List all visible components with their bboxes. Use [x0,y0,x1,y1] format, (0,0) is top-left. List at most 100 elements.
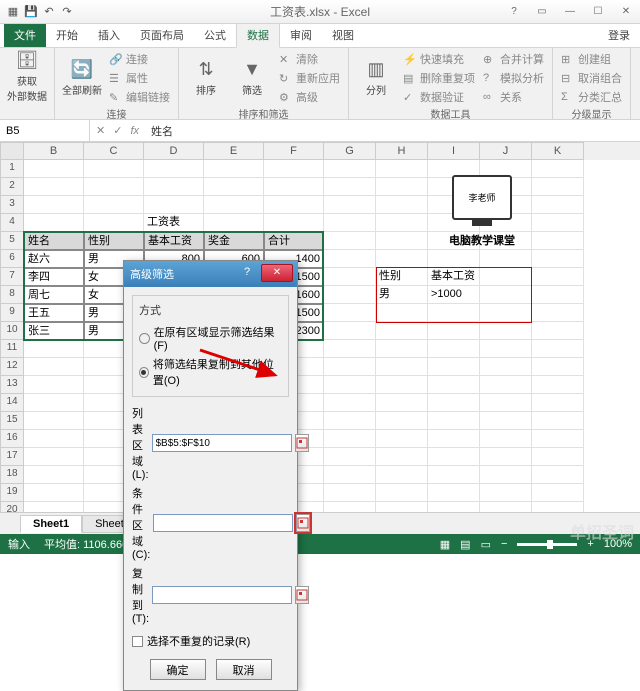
cell[interactable] [24,358,84,376]
cell[interactable] [376,178,428,196]
cell[interactable] [532,448,584,466]
ungroup-button[interactable]: ⊟取消组合 [559,69,624,87]
cell[interactable]: >1000 [428,286,480,304]
cell[interactable] [428,466,480,484]
cell[interactable] [480,322,532,340]
criteria-range-input[interactable] [153,514,293,532]
cancel-formula-icon[interactable]: ✕ [96,124,105,137]
cell[interactable] [532,250,584,268]
tab-view[interactable]: 视图 [322,23,364,47]
cell[interactable]: 姓名 [24,232,84,250]
cell[interactable] [532,358,584,376]
undo-icon[interactable]: ↶ [42,5,56,19]
cell[interactable] [376,430,428,448]
cell[interactable]: 王五 [24,304,84,322]
cell[interactable] [24,484,84,502]
cell[interactable] [24,214,84,232]
cell[interactable] [532,484,584,502]
cell[interactable] [480,304,532,322]
cell[interactable] [376,322,428,340]
data-validation-button[interactable]: ✓数据验证 [401,88,477,106]
cell[interactable] [480,340,532,358]
group-button[interactable]: ⊞创建组 [559,50,624,68]
cell[interactable] [532,466,584,484]
col-header[interactable]: G [324,142,376,160]
cell[interactable] [264,160,324,178]
cell[interactable] [324,214,376,232]
cell[interactable]: 李四 [24,268,84,286]
cell[interactable] [376,502,428,512]
cell[interactable]: 基本工资 [428,268,480,286]
cell[interactable] [324,484,376,502]
cell[interactable] [24,448,84,466]
unique-records-checkbox[interactable]: 选择不重复的记录(R) [132,629,289,653]
cell[interactable] [324,286,376,304]
cell[interactable] [532,430,584,448]
cell[interactable] [324,394,376,412]
ribbon-options-icon[interactable]: ▭ [528,2,556,22]
filter-button[interactable]: ▼筛选 [231,50,273,106]
cell[interactable] [376,376,428,394]
cell[interactable] [324,178,376,196]
cell[interactable] [480,502,532,512]
cell[interactable] [376,214,428,232]
cell[interactable] [84,196,144,214]
criteria-range-picker-icon[interactable] [296,514,310,532]
cell[interactable] [24,376,84,394]
advanced-button[interactable]: ⚙高级 [277,88,342,106]
get-external-data-button[interactable]: 🗄获取 外部数据 [6,50,48,103]
row-header[interactable]: 11 [0,340,24,358]
cell[interactable] [324,448,376,466]
cell[interactable] [24,196,84,214]
formula-input[interactable]: 姓名 [145,121,179,141]
col-header[interactable]: B [24,142,84,160]
cell[interactable] [84,214,144,232]
cell[interactable] [24,466,84,484]
dialog-help-icon[interactable]: ? [237,264,257,282]
cell[interactable] [532,268,584,286]
row-header[interactable]: 12 [0,358,24,376]
cell[interactable] [428,340,480,358]
cell[interactable] [428,430,480,448]
cell[interactable]: 张三 [24,322,84,340]
cell[interactable] [324,196,376,214]
cell[interactable] [24,340,84,358]
cell[interactable] [204,196,264,214]
cell[interactable] [480,376,532,394]
cell[interactable] [480,430,532,448]
cell[interactable] [376,412,428,430]
cell[interactable] [24,430,84,448]
cell[interactable] [376,232,428,250]
cell[interactable] [428,304,480,322]
text-to-columns-button[interactable]: ▥分列 [355,50,397,106]
cell[interactable] [24,178,84,196]
cell[interactable] [376,304,428,322]
cell[interactable]: 性别 [376,268,428,286]
cell[interactable] [480,358,532,376]
cell[interactable] [428,322,480,340]
cell[interactable]: 基本工资 [144,232,204,250]
row-header[interactable]: 13 [0,376,24,394]
radio-copy-to[interactable]: 将筛选结果复制到其他位置(O) [139,354,282,390]
zoom-out-icon[interactable]: − [501,538,507,550]
cell[interactable] [324,250,376,268]
tab-file[interactable]: 文件 [4,23,46,47]
cell[interactable] [324,268,376,286]
cell[interactable] [324,340,376,358]
cell[interactable] [376,160,428,178]
subtotal-button[interactable]: Σ分类汇总 [559,88,624,106]
row-header[interactable]: 4 [0,214,24,232]
row-header[interactable]: 14 [0,394,24,412]
cell[interactable] [480,484,532,502]
cell[interactable] [84,160,144,178]
cell[interactable] [376,466,428,484]
row-header[interactable]: 9 [0,304,24,322]
tab-formula[interactable]: 公式 [194,23,236,47]
save-icon[interactable]: 💾 [24,5,38,19]
col-header[interactable]: C [84,142,144,160]
col-header[interactable]: H [376,142,428,160]
tab-data[interactable]: 数据 [236,22,280,48]
sort-button[interactable]: ⇅排序 [185,50,227,106]
worksheet[interactable]: BCDEFGHIJK 12345678910111213141516171819… [0,142,640,512]
cell[interactable] [428,376,480,394]
